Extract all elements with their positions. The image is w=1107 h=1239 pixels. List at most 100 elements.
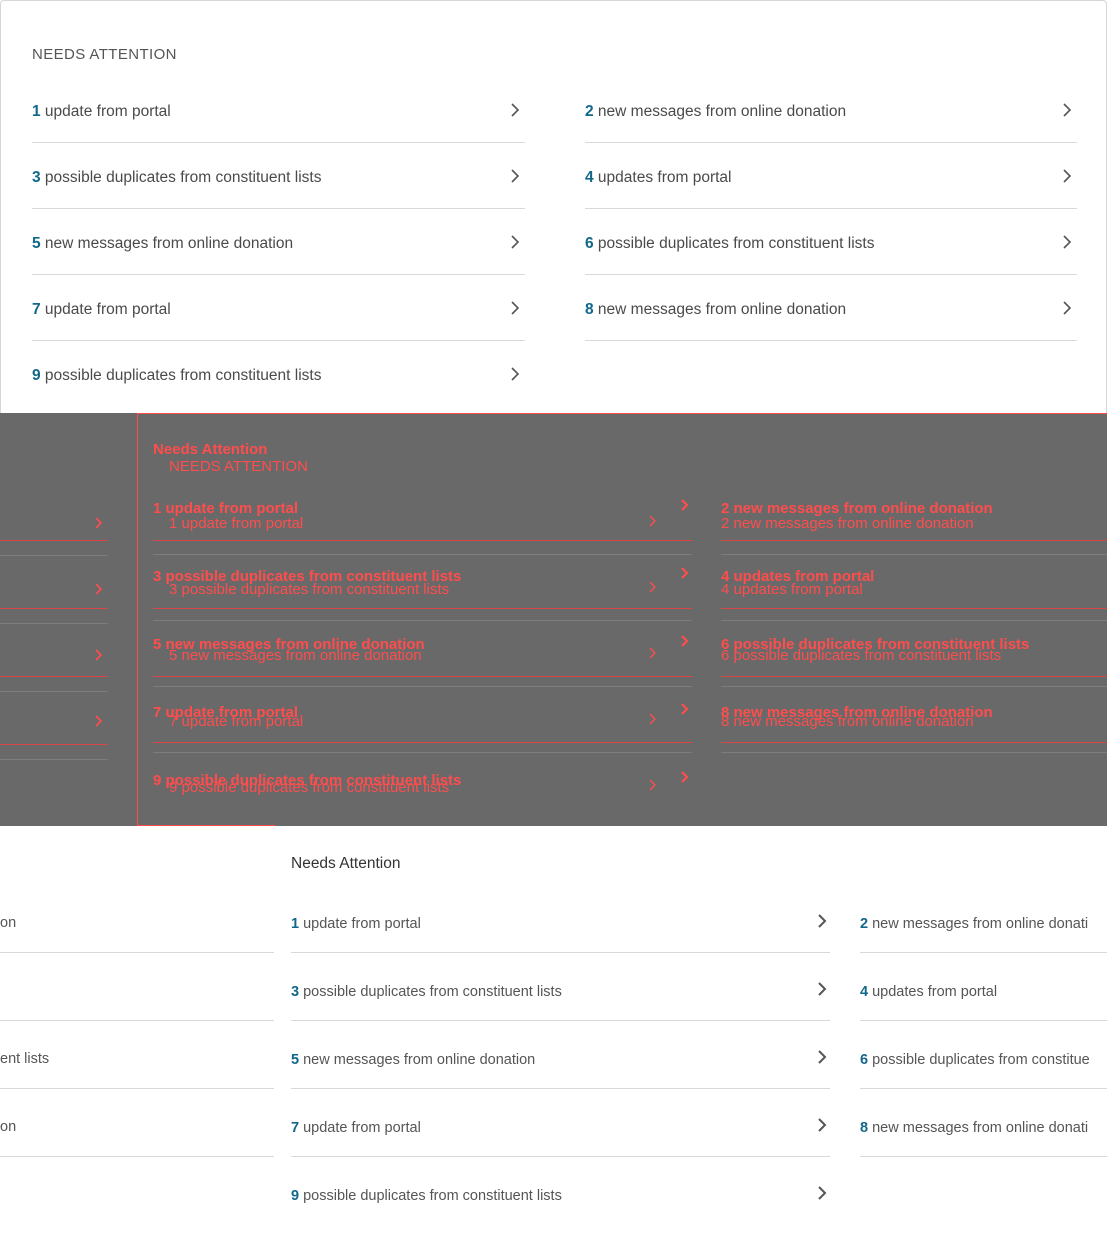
debug-item-b: 5 new messages from online donation	[169, 647, 422, 664]
item-count: 8	[860, 1120, 869, 1136]
debug-item-b: 4 updates from portal	[721, 581, 863, 598]
debug-row-divider	[153, 686, 692, 687]
item-count: 6	[860, 1052, 869, 1068]
attention-item[interactable]: 7 update from portal	[32, 300, 525, 366]
attention-item[interactable]: 4 updates from portal	[860, 982, 1107, 1050]
offscreen-fragment: on	[0, 915, 17, 931]
debug-row-divider	[153, 554, 692, 555]
chevron-right-icon	[679, 496, 691, 514]
attention-item[interactable]: 2 new messages from online donati	[860, 914, 1107, 982]
debug-item-b: 2 new messages from online donation	[721, 515, 974, 532]
chevron-right-icon	[1061, 100, 1073, 120]
chevron-right-icon	[1061, 298, 1073, 318]
attention-item[interactable]: 2 new messages from online donation	[585, 102, 1077, 168]
item-label: new messages from online donati	[868, 1120, 1089, 1136]
debug-row-divider	[0, 691, 108, 692]
debug-title-b: NEEDS ATTENTION	[169, 458, 308, 475]
item-count: 1	[291, 916, 300, 932]
row-divider	[0, 1020, 274, 1021]
row-divider	[32, 142, 525, 143]
attention-item[interactable]: 8 new messages from online donati	[860, 1118, 1107, 1186]
row-divider	[860, 1088, 1107, 1089]
item-count: 8	[585, 301, 594, 318]
debug-row-divider	[721, 676, 1107, 677]
debug-row-divider	[153, 676, 692, 677]
debug-row-divider	[153, 742, 692, 743]
item-count: 7	[291, 1120, 300, 1136]
debug-outline	[137, 413, 138, 826]
item-count: 3	[32, 169, 41, 186]
debug-item-b: 6 possible duplicates from constituent l…	[721, 647, 1002, 664]
row-divider	[860, 1156, 1107, 1157]
chevron-right-icon	[816, 911, 828, 931]
attention-item[interactable]: 1 update from portal	[32, 102, 525, 168]
row-divider	[0, 952, 274, 953]
debug-row-divider	[0, 623, 108, 624]
attention-item[interactable]: 6 possible duplicates from constituent l…	[585, 234, 1077, 300]
row-divider	[0, 1156, 274, 1157]
debug-row-divider	[0, 744, 108, 745]
chevron-right-icon	[1061, 166, 1073, 186]
attention-item[interactable]: 6 possible duplicates from constitue	[860, 1050, 1107, 1118]
debug-row-divider	[153, 620, 692, 621]
item-label: possible duplicates from constituent lis…	[299, 984, 562, 1000]
item-label: possible duplicates from constituent lis…	[299, 1188, 562, 1204]
item-label: new messages from online donation	[299, 1052, 536, 1068]
item-label: update from portal	[40, 301, 171, 318]
chevron-right-icon	[509, 298, 521, 318]
item-label: updates from portal	[593, 169, 732, 186]
chevron-right-icon	[816, 1047, 828, 1067]
attention-item[interactable]: 1 update from portal	[291, 914, 830, 982]
chevron-right-icon	[679, 768, 691, 786]
chevron-right-icon	[93, 712, 105, 730]
row-divider	[291, 1020, 830, 1021]
attention-item[interactable]: 9 possible duplicates from constituent l…	[291, 1186, 830, 1239]
chevron-right-icon	[679, 632, 691, 650]
chevron-right-icon	[647, 776, 659, 794]
debug-row-divider	[721, 608, 1107, 609]
item-label: update from portal	[40, 103, 171, 120]
chevron-right-icon	[93, 646, 105, 664]
chevron-right-icon	[679, 564, 691, 582]
chevron-right-icon	[647, 644, 659, 662]
row-divider	[32, 208, 525, 209]
chevron-right-icon	[647, 512, 659, 530]
item-count: 4	[860, 984, 869, 1000]
attention-item[interactable]: 3 possible duplicates from constituent l…	[291, 982, 830, 1050]
card-title: NEEDS ATTENTION	[32, 46, 177, 63]
attention-item[interactable]: 3 possible duplicates from constituent l…	[32, 168, 525, 234]
attention-item[interactable]: 5 new messages from online donation	[291, 1050, 830, 1118]
debug-row-divider	[153, 608, 692, 609]
item-label: updates from portal	[868, 984, 998, 1000]
row-divider	[32, 340, 525, 341]
row-divider	[291, 1156, 830, 1157]
row-divider	[585, 208, 1077, 209]
attention-item[interactable]: 4 updates from portal	[585, 168, 1077, 234]
debug-row-divider	[0, 608, 108, 609]
chevron-right-icon	[509, 232, 521, 252]
item-count: 2	[860, 916, 869, 932]
item-label: new messages from online donation	[593, 103, 847, 120]
offscreen-fragment: on	[0, 1119, 17, 1135]
item-count: 2	[585, 103, 594, 120]
attention-item[interactable]: 5 new messages from online donation	[32, 234, 525, 300]
debug-row-divider	[721, 742, 1107, 743]
item-label: possible duplicates from constituent lis…	[593, 235, 875, 252]
item-count: 9	[32, 367, 41, 384]
item-count: 3	[291, 984, 300, 1000]
attention-item[interactable]: 9 possible duplicates from constituent l…	[32, 366, 525, 414]
needs-attention-card-uppercase: NEEDS ATTENTION 1 update from portal 3 p…	[0, 0, 1107, 414]
attention-item[interactable]: 7 update from portal	[291, 1118, 830, 1186]
item-count: 9	[291, 1188, 300, 1204]
row-divider	[291, 952, 830, 953]
chevron-right-icon	[816, 1183, 828, 1203]
item-count: 5	[291, 1052, 300, 1068]
chevron-right-icon	[647, 710, 659, 728]
debug-item-b: 1 update from portal	[169, 515, 304, 532]
item-label: new messages from online donation	[40, 235, 294, 252]
row-divider	[291, 1088, 830, 1089]
attention-item[interactable]: 8 new messages from online donation	[585, 300, 1077, 366]
item-count: 5	[32, 235, 41, 252]
debug-row-divider	[0, 759, 108, 760]
debug-title-a: Needs Attention	[153, 441, 268, 458]
